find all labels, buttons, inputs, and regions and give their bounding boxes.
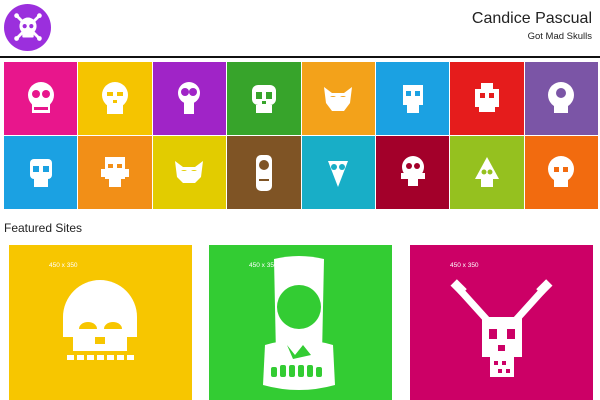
skull-icon-4: [251, 84, 276, 113]
image-size-label: 450 x 350: [49, 262, 78, 269]
skull-icon-13: [328, 160, 349, 187]
featured-site-1[interactable]: 450 x 350: [9, 245, 192, 400]
featured-skull-2-icon: [263, 256, 335, 390]
featured-skull-3-icon: [450, 279, 553, 377]
skull-tile-6[interactable]: [375, 62, 450, 135]
skull-icon-9: [29, 158, 52, 187]
featured-site-2[interactable]: 450 x 350: [209, 245, 392, 400]
skull-icon-2: [102, 81, 129, 114]
skull-icon-3: [178, 81, 201, 114]
skull-tile-9[interactable]: [4, 136, 78, 209]
skull-tile-4[interactable]: [227, 62, 301, 135]
skull-icon-5: [324, 86, 353, 111]
skull-tile-3[interactable]: [152, 62, 227, 135]
image-size-label: 450 x 350: [450, 262, 479, 269]
skull-tile-16[interactable]: [524, 136, 598, 209]
skull-tile-2[interactable]: [78, 62, 152, 135]
skull-tile-13[interactable]: [301, 136, 375, 209]
skull-icon-16: [548, 155, 575, 187]
featured-site-3[interactable]: 450 x 350: [410, 245, 593, 400]
skull-icon-7: [474, 82, 499, 112]
skull-tile-5[interactable]: [301, 62, 375, 135]
featured-skull-1-icon: [63, 280, 137, 360]
skull-icon-14: [400, 155, 425, 186]
skull-icon-1: [27, 81, 54, 113]
skull-tile-15[interactable]: [450, 136, 524, 209]
skull-icon-6: [402, 84, 423, 113]
skull-icon-8: [548, 81, 575, 113]
site-tagline: Got Mad Skulls: [527, 31, 592, 42]
header-divider: [0, 56, 600, 58]
skull-tile-1[interactable]: [4, 62, 78, 135]
site-header: Candice Pascual Got Mad Skulls: [0, 0, 600, 58]
skull-icon-12: [255, 154, 272, 191]
skull-tile-10[interactable]: [78, 136, 152, 209]
skull-tile-8[interactable]: [524, 62, 598, 135]
skull-tile-12[interactable]: [227, 136, 301, 209]
skull-crossbones-logo-icon: [13, 12, 42, 41]
skull-icon-11: [175, 160, 204, 183]
featured-title: Featured Sites: [4, 221, 83, 235]
skull-tile-7[interactable]: [450, 62, 524, 135]
skull-grid: [4, 62, 598, 209]
skull-tile-14[interactable]: [375, 136, 450, 209]
image-size-label: 450 x 350: [249, 262, 278, 269]
skull-icon-10: [101, 156, 130, 187]
site-title[interactable]: Candice Pascual: [472, 10, 592, 28]
skull-tile-11[interactable]: [152, 136, 227, 209]
skull-icon-15: [474, 156, 499, 187]
logo[interactable]: [4, 4, 51, 51]
